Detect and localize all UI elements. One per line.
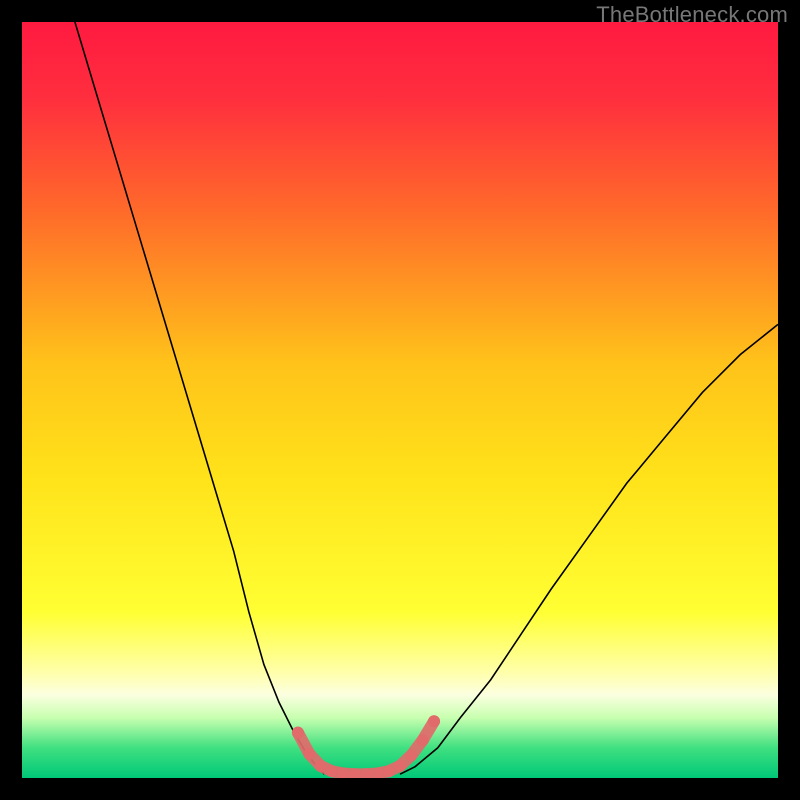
series-highlight-band-point: [405, 749, 417, 761]
series-highlight-band-point: [428, 715, 440, 727]
series-highlight-band-point: [315, 760, 327, 772]
series-highlight-band-point: [326, 765, 338, 777]
series-highlight-band-point: [383, 765, 395, 777]
chart-background: [22, 22, 778, 778]
series-highlight-band-point: [417, 734, 429, 746]
chart-plot-area: [22, 22, 778, 778]
chart-svg: [22, 22, 778, 778]
series-highlight-band-point: [303, 748, 315, 760]
chart-frame: TheBottleneck.com: [0, 0, 800, 800]
series-highlight-band-point: [394, 760, 406, 772]
watermark-text: TheBottleneck.com: [596, 2, 788, 28]
series-highlight-band-point: [292, 727, 304, 739]
